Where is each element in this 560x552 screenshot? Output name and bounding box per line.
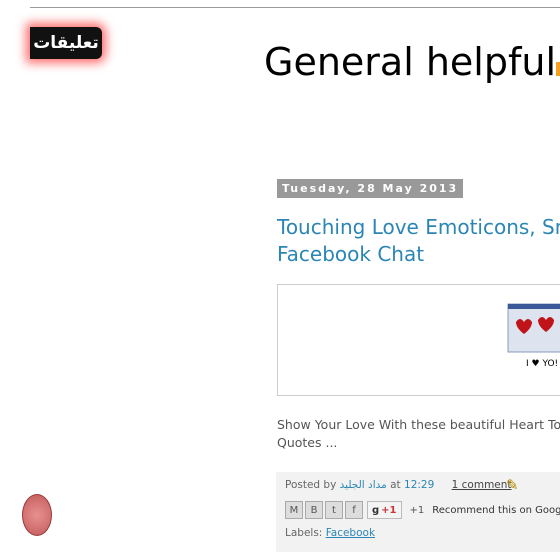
labels-prefix: Labels: (285, 527, 323, 539)
post-labels: Labels: Facebook (285, 527, 375, 539)
email-share-button[interactable]: M (285, 501, 303, 519)
snippet-line1: Show Your Love With these beautiful Hear… (277, 417, 560, 432)
blogger-share-button[interactable]: B (305, 501, 323, 519)
post-meta: Posted by مداد الجليد at 12:29 1 comment (285, 479, 512, 491)
post-snippet: Show Your Love With these beautiful Hear… (277, 416, 560, 452)
post-title[interactable]: Touching Love Emoticons, Sn Facebook Cha… (277, 214, 560, 268)
post-title-line1[interactable]: Touching Love Emoticons, Sn (277, 214, 560, 241)
plus-one-count: +1 (409, 504, 425, 516)
google-icon: g (372, 504, 380, 516)
recommend-text: Recommend this on Google (432, 504, 560, 516)
twitter-share-button[interactable]: t (325, 501, 343, 519)
left-margin (0, 0, 30, 536)
post-time-link[interactable]: 12:29 (404, 479, 434, 491)
blog-title[interactable]: General helpful (264, 40, 556, 84)
google-plus-label: +1 (381, 504, 397, 516)
at-label: at (390, 479, 401, 491)
floating-round-button[interactable] (22, 494, 52, 536)
title-accent (556, 62, 560, 76)
heart-emoticons-image[interactable]: I ♥ YO! (506, 300, 560, 390)
comments-tab[interactable]: تعليقات (30, 27, 102, 59)
comment-link[interactable]: 1 comment (452, 479, 512, 491)
author-link[interactable]: مداد الجليد (340, 479, 387, 491)
edit-pencil-icon[interactable]: ✎ (506, 476, 519, 494)
image-caption: I ♥ YO! (526, 359, 558, 369)
share-buttons: M B t f g +1 +1 Recommend this on Google (285, 501, 560, 519)
post-title-line2[interactable]: Facebook Chat (277, 241, 560, 268)
posted-by-label: Posted by (285, 479, 337, 491)
comments-tab-label: تعليقات (33, 33, 99, 53)
snippet-line2: Quotes ... (277, 435, 338, 450)
google-plus-button[interactable]: g +1 (367, 501, 402, 519)
top-divider (30, 7, 560, 8)
facebook-share-button[interactable]: f (345, 501, 363, 519)
label-facebook-link[interactable]: Facebook (326, 527, 375, 539)
post-date: Tuesday, 28 May 2013 (277, 179, 464, 198)
